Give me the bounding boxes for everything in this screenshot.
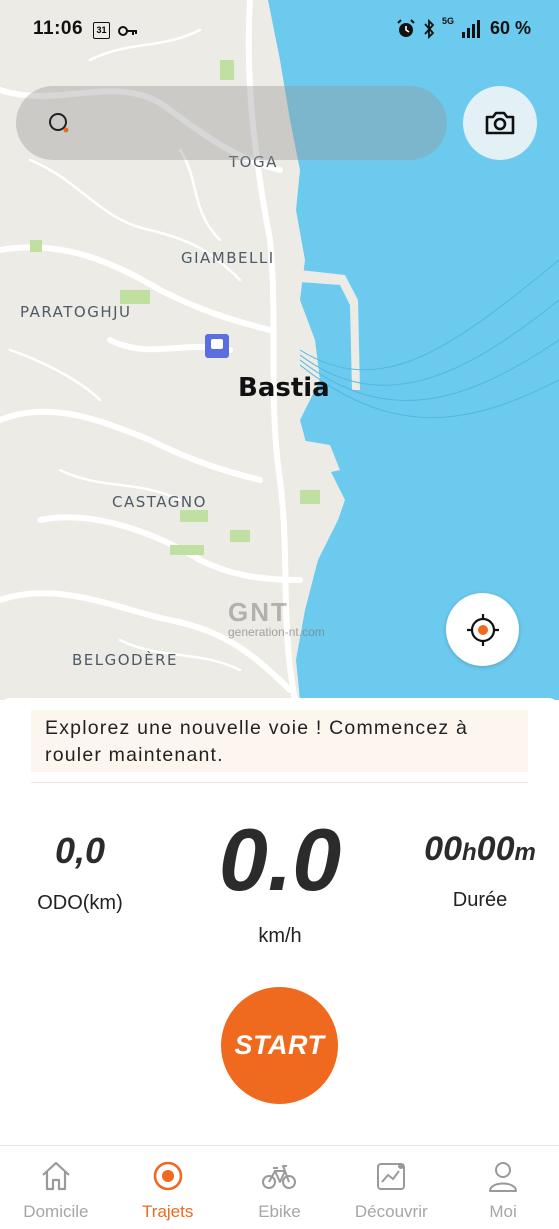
promo-banner-text: Explorez une nouvelle voie ! Commencez à…	[45, 717, 469, 766]
search-icon	[49, 113, 69, 133]
bottom-tab-bar: Domicile Trajets Ebike Découvrir Moi	[0, 1145, 559, 1229]
watermark-logo: GNT	[228, 597, 289, 627]
promo-banner: Explorez une nouvelle voie ! Commencez à…	[31, 710, 528, 772]
alarm-icon	[397, 18, 415, 37]
bike-icon	[262, 1165, 297, 1189]
tab-label: Moi	[489, 1202, 517, 1221]
key-icon	[118, 25, 137, 36]
speed-value: 0.0	[218, 810, 342, 909]
map-label-castagno: CASTAGNO	[112, 493, 207, 511]
status-time: 11:06	[33, 18, 84, 39]
status-bar: 11:06 31 5G 60 %	[0, 0, 559, 62]
network-type: 5G	[441, 16, 454, 26]
camera-icon	[485, 111, 515, 135]
odometer-stat: 0,0 ODO(km)	[20, 830, 140, 915]
camera-button[interactable]	[463, 86, 537, 160]
calendar-icon: 31	[93, 22, 110, 39]
map-label-belgodere: BELGODÈRE	[72, 650, 178, 669]
tab-label: Ebike	[258, 1202, 301, 1221]
status-right-icons: 5G 60 %	[396, 16, 531, 39]
divider	[31, 782, 528, 783]
map-label-bastia: Bastia	[238, 373, 330, 403]
speed-unit: km/h	[258, 925, 302, 947]
duration-stat: 00h00m Durée	[405, 830, 555, 912]
tab-label: Découvrir	[354, 1202, 428, 1221]
duration-value: 00h00m	[424, 830, 536, 868]
odometer-label: ODO(km)	[37, 892, 123, 914]
chart-icon	[377, 1163, 406, 1190]
record-icon	[153, 1161, 182, 1191]
odometer-value: 0,0	[54, 830, 106, 871]
gnt-watermark: GNT generation-nt.com	[228, 597, 338, 639]
tab-trajets[interactable]: Trajets	[112, 1146, 224, 1229]
speed-stat: 0.0 km/h	[190, 815, 370, 948]
home-icon	[42, 1161, 70, 1191]
locate-me-button[interactable]	[446, 593, 519, 666]
watermark-site: generation-nt.com	[228, 625, 325, 639]
tab-label: Trajets	[142, 1202, 194, 1221]
tab-ebike[interactable]: Ebike	[224, 1146, 336, 1229]
tab-label: Domicile	[23, 1202, 89, 1221]
search-bar[interactable]	[16, 86, 447, 160]
tab-decouvrir[interactable]: Découvrir	[335, 1146, 447, 1229]
tab-moi[interactable]: Moi	[447, 1146, 559, 1229]
battery-level: 60 %	[489, 18, 531, 38]
map-label-paratoghju: PARATOGHJU	[20, 303, 132, 321]
crosshair-icon	[466, 613, 499, 646]
signal-icon	[461, 19, 480, 38]
start-button[interactable]: START	[221, 987, 338, 1104]
duration-label: Durée	[452, 889, 508, 911]
status-notification-icons: 31	[93, 22, 138, 39]
bluetooth-icon	[424, 18, 435, 39]
tab-domicile[interactable]: Domicile	[0, 1146, 112, 1229]
user-icon	[489, 1162, 518, 1192]
map-label-giambelli: GIAMBELLI	[181, 249, 275, 267]
